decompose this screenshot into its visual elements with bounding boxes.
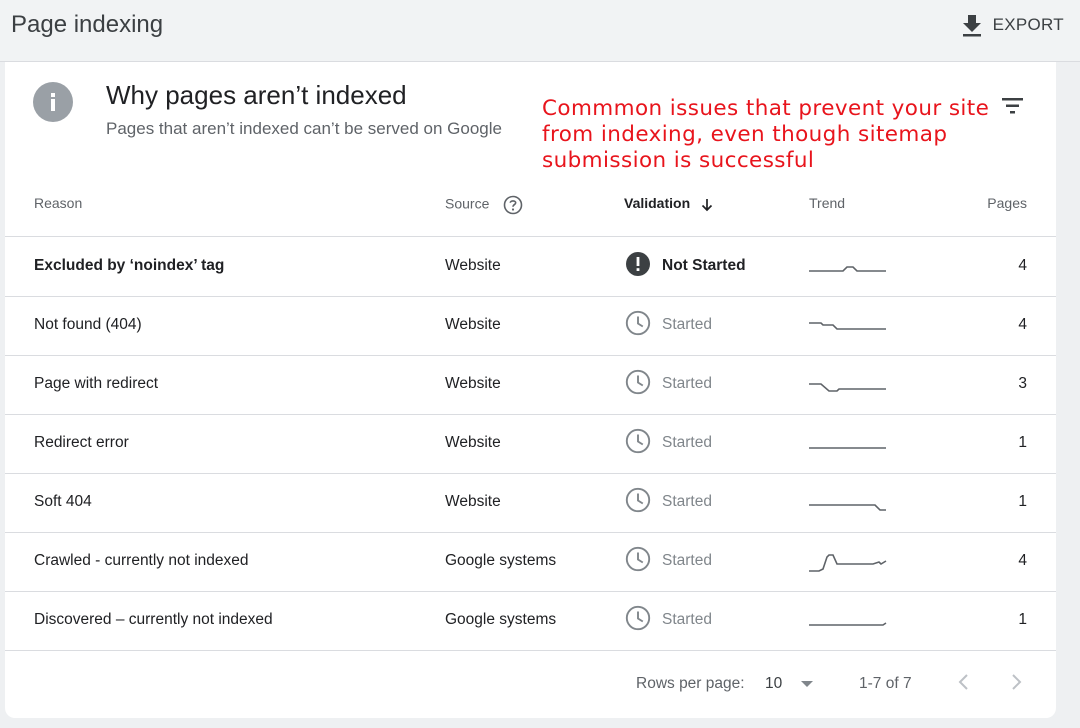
pages-cell: 1: [1018, 493, 1027, 510]
clock-icon: [625, 546, 651, 577]
validation-status: Started: [625, 605, 712, 636]
source-cell: Google systems: [445, 552, 557, 569]
column-header-validation[interactable]: Validation: [624, 195, 714, 213]
download-icon: [961, 13, 983, 37]
table-row[interactable]: Page with redirect Website Started 3: [5, 356, 1056, 415]
clock-icon: [625, 369, 651, 400]
trend-sparkline: [809, 366, 889, 411]
rows-per-page-label: Rows per page:: [636, 675, 745, 692]
pages-cell: 4: [1018, 316, 1027, 333]
validation-status: Started: [625, 310, 712, 341]
top-bar: Page indexing EXPORT: [0, 0, 1080, 62]
chevron-left-icon[interactable]: [957, 673, 971, 696]
column-header-source-label: Source: [445, 195, 490, 212]
reason-cell: Soft 404: [34, 493, 92, 510]
card-title: Why pages aren’t indexed: [106, 80, 407, 110]
reason-cell: Excluded by ‘noindex’ tag: [34, 257, 225, 274]
validation-label: Not Started: [662, 257, 746, 274]
table-header: Reason Source Validation Trend Pages: [5, 182, 1056, 237]
filter-icon[interactable]: [1001, 96, 1025, 116]
source-cell: Website: [445, 493, 501, 510]
table-row[interactable]: Soft 404 Website Started 1: [5, 474, 1056, 533]
pages-cell: 4: [1018, 552, 1027, 569]
validation-status: Not Started: [625, 251, 746, 282]
validation-status: Started: [625, 487, 712, 518]
reason-cell: Discovered – currently not indexed: [34, 611, 273, 628]
clock-icon: [625, 310, 651, 341]
indexing-card: Why pages aren’t indexed Pages that aren…: [5, 62, 1056, 718]
trend-sparkline: [809, 425, 889, 470]
export-label: EXPORT: [992, 15, 1064, 34]
source-cell: Website: [445, 257, 501, 274]
column-header-source[interactable]: Source: [445, 195, 523, 215]
rows-per-page-select[interactable]: 10: [765, 675, 814, 693]
column-header-trend: Trend: [809, 195, 846, 211]
sort-arrow-down-icon: [700, 196, 714, 213]
trend-sparkline: [809, 602, 889, 647]
source-cell: Website: [445, 316, 501, 333]
pagination-bar: Rows per page: 10 1-7 of 7: [5, 652, 1056, 718]
card-subtitle: Pages that aren’t indexed can’t be serve…: [106, 119, 502, 138]
validation-status: Started: [625, 428, 712, 459]
reason-cell: Page with redirect: [34, 375, 159, 392]
reason-cell: Not found (404): [34, 316, 142, 333]
validation-label: Started: [662, 316, 712, 333]
chevron-right-icon[interactable]: [1009, 673, 1023, 696]
pages-cell: 1: [1018, 434, 1027, 451]
source-cell: Google systems: [445, 611, 557, 628]
validation-label: Started: [662, 434, 712, 451]
annotation-text: Commmon issues that prevent your site fr…: [542, 96, 990, 173]
reason-cell: Crawled - currently not indexed: [34, 552, 249, 569]
validation-label: Started: [662, 493, 712, 510]
source-cell: Website: [445, 434, 501, 451]
validation-status: Started: [625, 546, 712, 577]
alert-icon: [625, 251, 651, 282]
clock-icon: [625, 428, 651, 459]
pages-cell: 4: [1018, 257, 1027, 274]
trend-sparkline: [809, 248, 889, 293]
column-header-pages[interactable]: Pages: [987, 195, 1027, 211]
page-title: Page indexing: [11, 11, 164, 38]
pages-cell: 1: [1018, 611, 1027, 628]
column-header-validation-label: Validation: [624, 195, 691, 211]
table-row[interactable]: Crawled - currently not indexed Google s…: [5, 533, 1056, 592]
table-row[interactable]: Discovered – currently not indexed Googl…: [5, 592, 1056, 651]
pages-cell: 3: [1018, 375, 1027, 392]
trend-sparkline: [809, 543, 889, 588]
help-icon[interactable]: [503, 195, 523, 215]
trend-sparkline: [809, 484, 889, 529]
validation-status: Started: [625, 369, 712, 400]
table-row[interactable]: Redirect error Website Started 1: [5, 415, 1056, 474]
validation-label: Started: [662, 375, 712, 392]
table-row[interactable]: Excluded by ‘noindex’ tag Website Not St…: [5, 238, 1056, 297]
column-header-reason[interactable]: Reason: [34, 195, 82, 211]
reason-cell: Redirect error: [34, 434, 129, 451]
trend-sparkline: [809, 307, 889, 352]
clock-icon: [625, 605, 651, 636]
clock-icon: [625, 487, 651, 518]
rows-per-page-value: 10: [765, 675, 783, 692]
table-row[interactable]: Not found (404) Website Started 4: [5, 297, 1056, 356]
source-cell: Website: [445, 375, 501, 392]
validation-label: Started: [662, 552, 712, 569]
info-icon: [33, 82, 73, 122]
caret-down-icon: [800, 675, 814, 693]
page-range: 1-7 of 7: [859, 675, 912, 692]
validation-label: Started: [662, 611, 712, 628]
export-button[interactable]: EXPORT: [961, 10, 1064, 40]
